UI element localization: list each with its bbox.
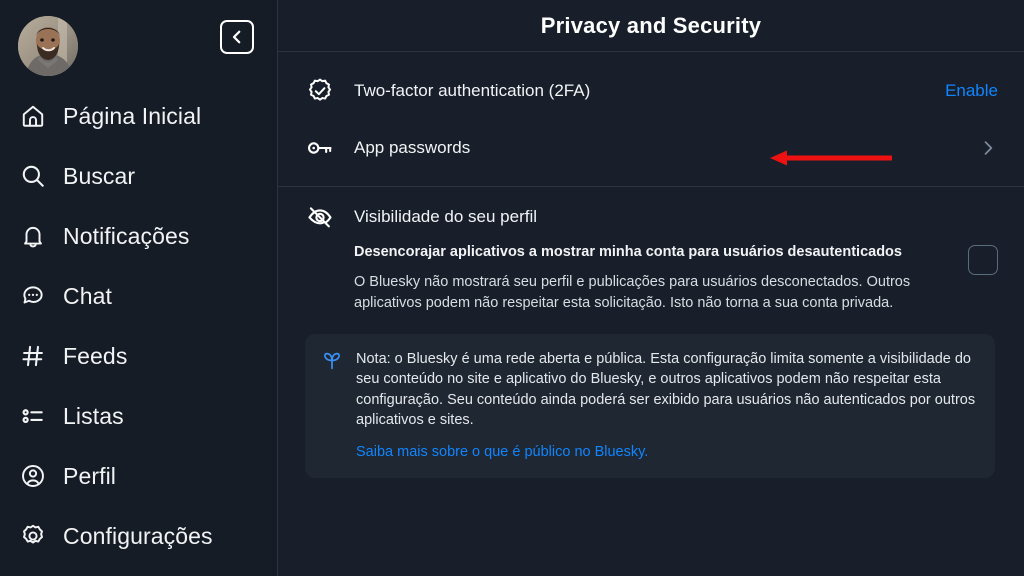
verified-badge-icon xyxy=(304,75,336,107)
profile-visibility-section: Visibilidade do seu perfil Desencorajar … xyxy=(278,187,1024,320)
sidebar: Página Inicial Buscar Notificações Chat … xyxy=(0,0,278,576)
sidebar-item-notifications[interactable]: Notificações xyxy=(0,216,277,256)
profile-visibility-body: Desencorajar aplicativos a mostrar minha… xyxy=(304,243,998,314)
key-icon xyxy=(304,132,336,164)
sidebar-item-label: Feeds xyxy=(63,342,128,369)
row-label: App passwords xyxy=(354,138,471,157)
sidebar-header xyxy=(0,0,277,86)
sidebar-item-profile[interactable]: Perfil xyxy=(0,456,277,496)
sidebar-item-chat[interactable]: Chat xyxy=(0,276,277,316)
section-divider xyxy=(278,186,1024,187)
eye-off-icon xyxy=(304,201,336,233)
list-icon xyxy=(20,401,50,431)
sidebar-item-home[interactable]: Página Inicial xyxy=(0,96,277,136)
chevron-left-icon xyxy=(228,28,246,46)
page-header: Privacy and Security xyxy=(278,0,1024,52)
discourage-apps-label: Desencorajar aplicativos a mostrar minha… xyxy=(354,244,902,260)
page-title: Privacy and Security xyxy=(540,12,762,38)
app-window: Página Inicial Buscar Notificações Chat … xyxy=(0,0,1024,576)
sidebar-item-label: Chat xyxy=(63,282,112,309)
sidebar-item-label: Listas xyxy=(63,402,124,429)
row-label: Two-factor authentication (2FA) xyxy=(354,81,591,100)
avatar[interactable] xyxy=(18,16,78,76)
sidebar-item-label: Notificações xyxy=(63,222,190,249)
search-icon xyxy=(20,161,50,191)
discourage-apps-checkbox[interactable] xyxy=(968,245,998,275)
sidebar-nav: Página Inicial Buscar Notificações Chat … xyxy=(0,96,277,576)
user-circle-icon xyxy=(20,461,50,491)
collapse-sidebar-button[interactable] xyxy=(220,20,254,54)
enable-2fa-link[interactable]: Enable xyxy=(945,81,998,101)
sidebar-item-label: Buscar xyxy=(63,162,136,189)
row-two-factor-authentication[interactable]: Two-factor authentication (2FA) Enable xyxy=(278,62,1024,120)
sidebar-item-lists[interactable]: Listas xyxy=(0,396,277,436)
row-app-passwords[interactable]: App passwords xyxy=(278,120,1024,176)
sidebar-item-label: Configurações xyxy=(63,522,213,549)
main-content: Privacy and Security Two-factor authenti… xyxy=(278,0,1024,576)
bluesky-sprout-icon xyxy=(321,350,343,372)
sidebar-item-feeds[interactable]: Feeds xyxy=(0,336,277,376)
learn-more-link[interactable]: Saiba mais sobre o que é público no Blue… xyxy=(356,444,648,460)
sidebar-item-settings[interactable]: Configurações xyxy=(0,516,277,556)
profile-visibility-texts: Desencorajar aplicativos a mostrar minha… xyxy=(354,243,950,314)
note-body: Nota: o Bluesky é uma rede aberta e públ… xyxy=(356,349,979,461)
note-text: Nota: o Bluesky é uma rede aberta e públ… xyxy=(356,350,976,429)
discourage-apps-description: O Bluesky não mostrará seu perfil e publ… xyxy=(354,273,911,311)
hash-icon xyxy=(20,341,50,371)
security-section: Two-factor authentication (2FA) Enable A… xyxy=(278,62,1024,187)
sidebar-item-label: Perfil xyxy=(63,462,117,489)
sidebar-item-search[interactable]: Buscar xyxy=(0,156,277,196)
home-icon xyxy=(20,101,50,131)
sidebar-item-label: Página Inicial xyxy=(63,102,202,129)
bell-icon xyxy=(20,221,50,251)
gear-icon xyxy=(20,521,50,551)
chevron-right-icon[interactable] xyxy=(978,138,998,158)
public-network-note: Nota: o Bluesky é uma rede aberta e públ… xyxy=(305,333,995,478)
profile-visibility-title: Visibilidade do seu perfil xyxy=(354,207,538,226)
profile-visibility-header: Visibilidade do seu perfil xyxy=(304,201,998,233)
chat-bubble-icon xyxy=(20,281,50,311)
